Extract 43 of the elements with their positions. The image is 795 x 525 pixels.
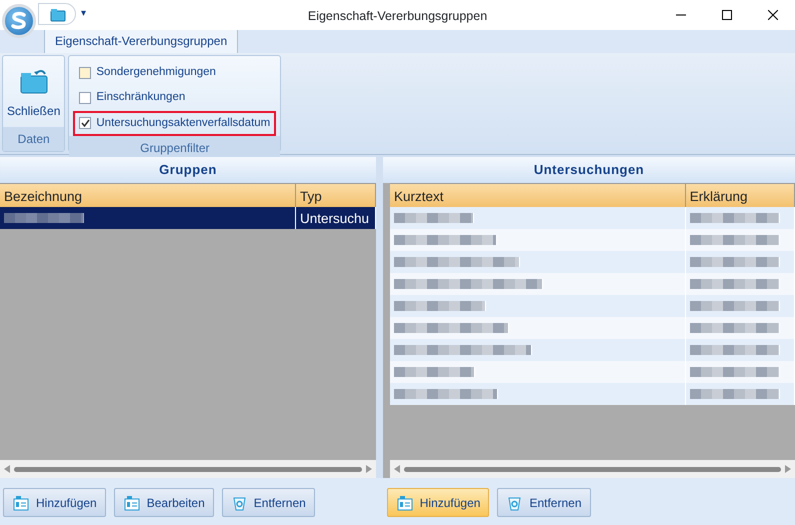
right-arrow-icon (366, 465, 372, 473)
table-row[interactable] (390, 317, 795, 339)
app-logo[interactable] (2, 4, 36, 38)
checkmark-icon (80, 119, 90, 128)
panel-title: Untersuchungen (383, 157, 795, 183)
panel-button[interactable]: Hinzufügen (3, 488, 106, 517)
table-row[interactable] (390, 295, 795, 317)
left-arrow-icon (394, 465, 400, 473)
card-icon (396, 494, 414, 510)
recycle-bin-icon (230, 494, 248, 510)
table-row[interactable] (390, 273, 795, 295)
ribbon-tab[interactable]: Eigenschaft-Vererbungsgruppen (44, 28, 238, 53)
panel-button[interactable]: Entfernen (497, 488, 590, 517)
table-row[interactable] (390, 229, 795, 251)
filter-checkbox[interactable]: Untersuchungsaktenverfallsdatum (73, 110, 276, 136)
table-row[interactable]: Untersuchu (0, 207, 376, 229)
table-row[interactable] (390, 207, 795, 229)
table-row[interactable] (390, 383, 795, 405)
table-row[interactable] (390, 251, 795, 273)
recycle-bin-icon (506, 494, 524, 510)
table-row[interactable] (390, 361, 795, 383)
horizontal-scrollbar[interactable] (390, 460, 795, 478)
folder-icon[interactable] (50, 7, 68, 23)
maximize-icon (722, 10, 732, 20)
right-arrow-icon (785, 465, 791, 473)
table-row[interactable] (390, 339, 795, 361)
left-arrow-icon (4, 465, 10, 473)
card-icon (122, 494, 141, 510)
card-icon (12, 494, 30, 510)
folder-arrow-icon (20, 68, 48, 94)
filter-checkbox[interactable]: Sondergenehmigungen (73, 60, 276, 86)
horizontal-scrollbar[interactable] (0, 460, 376, 478)
panel-button[interactable]: Entfernen (222, 488, 315, 517)
panel-button[interactable]: Hinzufügen (386, 488, 490, 517)
panel-title: Gruppen (0, 157, 376, 183)
window-title: Eigenschaft-Vererbungsgruppen (308, 8, 488, 25)
panel-button[interactable]: Bearbeiten (114, 488, 214, 517)
group-label: Daten (3, 127, 64, 151)
close-icon (768, 10, 778, 20)
filter-checkbox[interactable]: Einschränkungen (73, 85, 276, 110)
close-button[interactable]: Schließen (3, 60, 64, 127)
customize-menu-button[interactable]: ▾ (81, 6, 86, 21)
table-cell: Untersuchu (296, 207, 376, 229)
